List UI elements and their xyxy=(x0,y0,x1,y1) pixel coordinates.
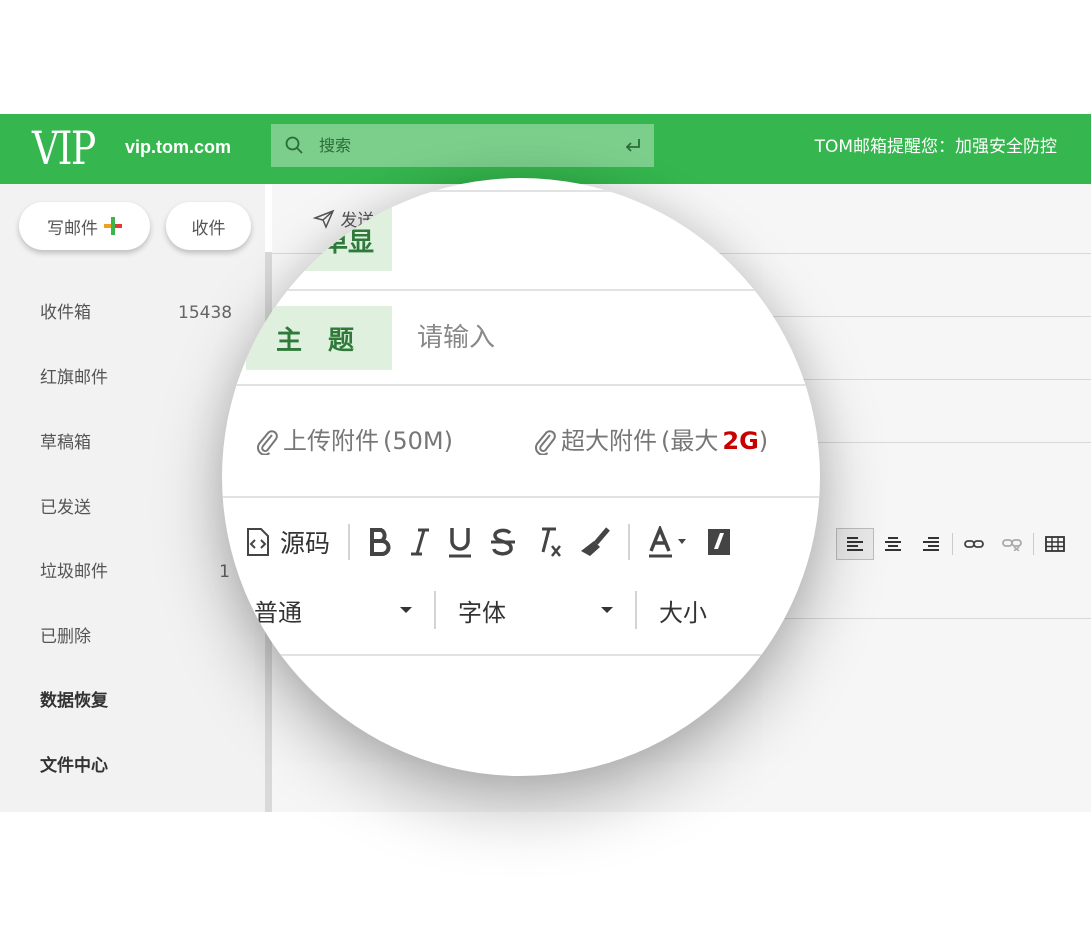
underline-icon xyxy=(449,528,472,558)
receive-button-label: 收件 xyxy=(191,218,226,239)
search-input[interactable]: 搜索 xyxy=(319,136,351,156)
italic-icon xyxy=(411,528,430,556)
font-color-icon xyxy=(649,526,687,558)
code-file-icon xyxy=(247,528,269,556)
paintbrush-icon xyxy=(581,527,610,556)
source-code-label: 源码 xyxy=(280,529,331,558)
link-icon xyxy=(964,540,984,548)
divider xyxy=(222,654,820,656)
font-family-select[interactable]: 字体 xyxy=(458,590,613,630)
insert-table-button[interactable] xyxy=(1036,528,1074,560)
large-attachment-limit-suffix: ) xyxy=(758,427,769,455)
large-attachment-limit-value: 2G xyxy=(722,427,759,455)
align-center-icon xyxy=(885,537,901,551)
toolbar-separator xyxy=(635,591,637,629)
paperclip-icon xyxy=(534,430,556,455)
clear-format-button[interactable] xyxy=(534,518,562,566)
format-painter-button[interactable] xyxy=(580,518,610,566)
upload-attachment-limit: (50M) xyxy=(383,427,453,455)
editor-toolbar: 源码 xyxy=(246,518,750,566)
strikethrough-icon xyxy=(491,528,516,556)
align-center-button[interactable] xyxy=(874,528,912,560)
subject-input[interactable]: 请输入 xyxy=(417,320,495,356)
search-icon xyxy=(285,136,303,154)
upload-attachment-label: 上传附件 xyxy=(283,427,379,455)
format-dropdowns: 普通 字体 大小 xyxy=(254,590,779,630)
editor-toolbar-right xyxy=(836,528,1074,560)
paragraph-select-value: 普通 xyxy=(254,598,302,627)
font-color-button[interactable] xyxy=(648,518,688,566)
sidebar-item-drafts[interactable]: 草稿箱 xyxy=(40,432,91,454)
toolbar-separator xyxy=(1033,533,1034,555)
chevron-down-icon xyxy=(400,607,412,613)
large-attachment-link[interactable]: 超大附件 (最大 2G ) xyxy=(533,424,768,458)
compose-button[interactable]: 写邮件 xyxy=(19,202,150,250)
align-right-icon xyxy=(923,537,939,551)
subject-label: 主 题 xyxy=(246,306,392,370)
logo-domain-text[interactable]: vip.tom.com xyxy=(125,136,231,158)
sidebar-item-flagged[interactable]: 红旗邮件 xyxy=(40,367,108,389)
upload-attachment-link[interactable]: 上传附件 (50M) xyxy=(255,424,453,458)
italic-button[interactable] xyxy=(410,518,430,566)
summary-label: 单显 xyxy=(246,196,392,271)
security-notice: TOM邮箱提醒您：加强安全防控 xyxy=(814,137,1057,157)
unlink-button[interactable] xyxy=(993,528,1031,560)
divider xyxy=(222,190,820,192)
paperclip-icon xyxy=(256,430,278,455)
align-left-icon xyxy=(847,537,863,551)
sidebar-item-sent[interactable]: 已发送 xyxy=(40,497,91,519)
plus-icon xyxy=(104,217,122,235)
underline-button[interactable] xyxy=(448,518,472,566)
large-attachment-limit-prefix: (最大 xyxy=(661,427,719,455)
sidebar-item-spam[interactable]: 垃圾邮件 xyxy=(40,561,108,583)
font-family-select-value: 字体 xyxy=(458,598,506,627)
align-left-button[interactable] xyxy=(836,528,874,560)
highlight-icon xyxy=(708,529,731,555)
magnifier-lens: 单显 主 题 请输入 上传附件 (50M) 超大附件 (最大 2G ) 源码 普… xyxy=(222,178,820,776)
align-right-button[interactable] xyxy=(912,528,950,560)
toolbar-separator xyxy=(348,524,351,560)
strikethrough-button[interactable] xyxy=(490,518,516,566)
toolbar-separator xyxy=(952,533,953,555)
divider xyxy=(222,496,820,498)
clear-format-icon xyxy=(541,527,561,557)
vip-logo[interactable]: VIP xyxy=(32,122,96,174)
divider xyxy=(222,384,820,386)
bold-icon xyxy=(370,528,391,556)
enter-icon[interactable] xyxy=(624,137,642,155)
sidebar-item-data-recovery[interactable]: 数据恢复 xyxy=(40,690,108,712)
font-size-select-value: 大小 xyxy=(659,598,707,627)
unlink-icon xyxy=(1002,539,1022,551)
background-color-button[interactable] xyxy=(706,518,732,566)
toolbar-separator xyxy=(628,524,631,560)
paragraph-select[interactable]: 普通 xyxy=(254,590,412,630)
toolbar-separator xyxy=(434,591,436,629)
chevron-down-icon xyxy=(601,607,613,613)
sidebar-item-file-center[interactable]: 文件中心 xyxy=(40,755,108,777)
compose-button-label: 写邮件 xyxy=(47,218,98,239)
large-attachment-label: 超大附件 xyxy=(561,427,657,455)
font-size-select[interactable]: 大小 xyxy=(659,590,779,630)
divider xyxy=(222,289,820,291)
bold-button[interactable] xyxy=(368,518,392,566)
sidebar-item-deleted[interactable]: 已删除 xyxy=(40,626,91,648)
subject-label-text: 主 题 xyxy=(276,325,355,356)
sidebar-item-inbox[interactable]: 收件箱 xyxy=(40,302,91,324)
link-button[interactable] xyxy=(955,528,993,560)
table-icon xyxy=(1045,536,1065,552)
summary-label-text: 单显 xyxy=(321,228,374,258)
source-code-button[interactable]: 源码 xyxy=(246,518,330,566)
search-box[interactable]: 搜索 xyxy=(271,124,654,167)
